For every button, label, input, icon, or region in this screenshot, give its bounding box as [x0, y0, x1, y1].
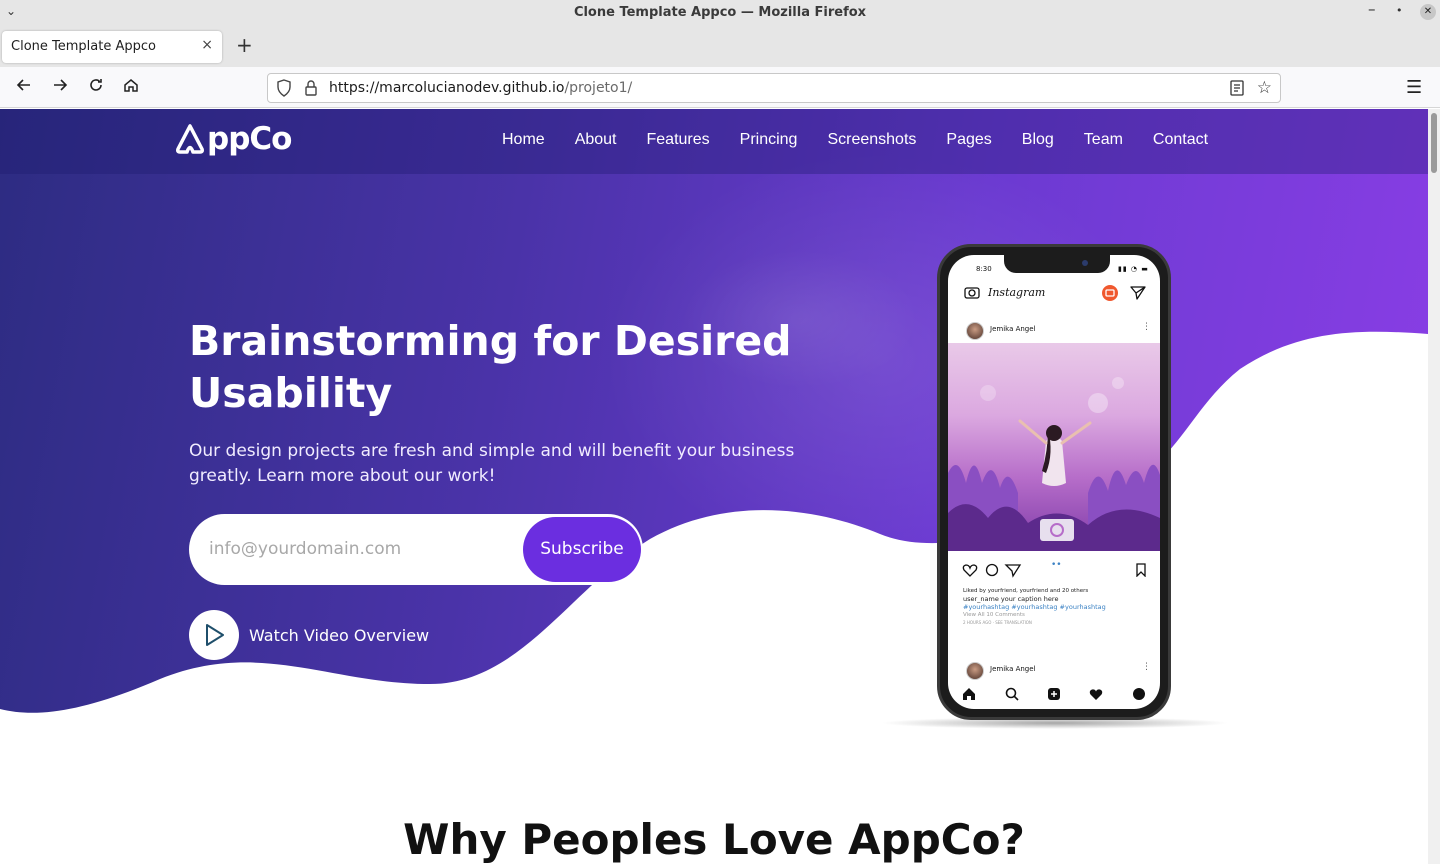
carousel-dots: ••	[1051, 560, 1062, 570]
play-icon	[206, 624, 224, 646]
igtv-icon	[1102, 285, 1118, 301]
new-tab-button[interactable]: +	[236, 35, 253, 55]
home-button[interactable]	[119, 76, 143, 100]
lavender-field-photo	[948, 377, 1160, 551]
second-post-username: Jemika Angel	[990, 665, 1036, 673]
menu-item-contact[interactable]: Contact	[1153, 131, 1208, 149]
search-tab-icon	[1005, 687, 1019, 701]
camera-icon	[964, 287, 980, 299]
watch-video-label: Watch Video Overview	[249, 625, 430, 645]
direct-message-icon	[1130, 286, 1146, 300]
email-field[interactable]	[209, 534, 509, 564]
menu-item-features[interactable]: Features	[647, 131, 710, 149]
url-host: https://marcolucianodev.github.io	[329, 80, 565, 96]
menu-item-team[interactable]: Team	[1084, 131, 1123, 149]
shield-icon[interactable]	[276, 79, 292, 101]
tab-active[interactable]: Clone Template Appco ×	[2, 31, 222, 63]
logo-text: ppCo	[207, 121, 292, 157]
post-details: Liked by yourfriend, yourfriend and 20 o…	[963, 587, 1106, 627]
site-logo[interactable]: ppCo	[175, 121, 292, 157]
likes-line: Liked by yourfriend, yourfriend and 20 o…	[963, 588, 1089, 594]
menu-item-pricing[interactable]: Princing	[740, 131, 798, 149]
reload-icon	[90, 79, 102, 91]
status-icons: ▮▮ ◔ ▬	[1118, 265, 1149, 273]
phone-camera	[1082, 260, 1088, 266]
home-icon	[124, 79, 138, 92]
back-arrow-icon	[16, 79, 30, 91]
menu-item-home[interactable]: Home	[502, 131, 545, 149]
second-post-options-icon: ⋮	[1142, 662, 1151, 672]
section-title: Why Peoples Love AppCo?	[403, 815, 1025, 864]
menu-item-about[interactable]: About	[575, 131, 617, 149]
post-caption: user_name your caption here	[963, 595, 1059, 603]
reader-view-icon[interactable]	[1230, 80, 1244, 100]
save-bookmark-icon	[1136, 563, 1146, 577]
second-post-avatar	[966, 662, 984, 680]
hero-section: ppCo Home About Features Princing Screen…	[0, 109, 1428, 749]
close-window-button[interactable]: ✕	[1420, 4, 1436, 20]
post-action-icons	[962, 563, 1022, 578]
reload-button[interactable]	[84, 76, 108, 100]
post-meta: 2 HOURS AGO · SEE TRANSLATION	[963, 620, 1032, 625]
instagram-bottom-nav	[948, 679, 1160, 709]
scrollbar-thumb[interactable]	[1431, 113, 1437, 173]
site-header: ppCo Home About Features Princing Screen…	[0, 109, 1428, 174]
lock-icon[interactable]	[304, 79, 318, 101]
profile-tab-icon	[1132, 688, 1145, 700]
forward-arrow-icon	[54, 79, 68, 91]
menu-item-pages[interactable]: Pages	[946, 131, 991, 149]
subscribe-button[interactable]: Subscribe	[523, 517, 641, 582]
page-scrollbar[interactable]	[1428, 109, 1440, 864]
main-menu: Home About Features Princing Screenshots…	[487, 131, 1223, 149]
window-titlebar: ⌄ Clone Template Appco — Mozilla Firefox…	[0, 0, 1440, 27]
bookmark-star-icon[interactable]: ☆	[1257, 78, 1272, 98]
phone-mockup: 8:30 ▮▮ ◔ ▬ Instagram Jemika Angel ⋮ •• …	[937, 244, 1171, 720]
url-bar[interactable]: https://marcolucianodev.github.io/projet…	[267, 73, 1281, 103]
view-comments: View All 10 Comments	[963, 612, 1025, 618]
page-viewport: ppCo Home About Features Princing Screen…	[0, 109, 1428, 864]
minimize-button[interactable]: –	[1368, 0, 1376, 18]
tab-close-icon[interactable]: ×	[201, 37, 213, 53]
navigation-toolbar: https://marcolucianodev.github.io/projet…	[0, 67, 1440, 108]
play-button[interactable]	[189, 610, 239, 660]
appco-logo-icon	[176, 124, 204, 154]
post-options-icon: ⋮	[1142, 322, 1151, 332]
subscribe-form: Subscribe	[189, 514, 643, 585]
add-post-icon	[1047, 688, 1060, 700]
tab-bar: Clone Template Appco × +	[0, 27, 1440, 67]
menu-item-screenshots[interactable]: Screenshots	[827, 131, 916, 149]
hamburger-menu-icon[interactable]: ☰	[1406, 77, 1422, 98]
instagram-header: Instagram	[948, 277, 1160, 307]
phone-notch	[1004, 255, 1110, 273]
forward-button[interactable]	[48, 76, 72, 100]
activity-heart-icon	[1090, 689, 1103, 700]
window-title: Clone Template Appco — Mozilla Firefox	[573, 5, 867, 20]
post-hashtags: #yourhashtag #yourhashtag #yourhashtag	[963, 603, 1106, 611]
url-path: /projeto1/	[564, 80, 633, 96]
status-time: 8:30	[976, 265, 992, 273]
url-text[interactable]: https://marcolucianodev.github.io/projet…	[329, 80, 632, 96]
menu-item-blog[interactable]: Blog	[1022, 131, 1054, 149]
watch-video-link[interactable]: Watch Video Overview	[189, 610, 429, 660]
home-tab-icon	[963, 688, 976, 700]
tab-title: Clone Template Appco	[11, 39, 156, 54]
instagram-wordmark: Instagram	[988, 286, 1046, 299]
post-avatar	[966, 322, 984, 340]
back-button[interactable]	[12, 76, 36, 100]
phone-screen: 8:30 ▮▮ ◔ ▬ Instagram Jemika Angel ⋮ •• …	[948, 255, 1160, 709]
post-username: Jemika Angel	[990, 325, 1036, 333]
maximize-button[interactable]: •	[1396, 4, 1403, 17]
hero-title: Brainstorming for Desired Usability	[189, 317, 792, 417]
post-image	[948, 343, 1160, 551]
hero-subtitle: Our design projects are fresh and simple…	[189, 441, 795, 486]
